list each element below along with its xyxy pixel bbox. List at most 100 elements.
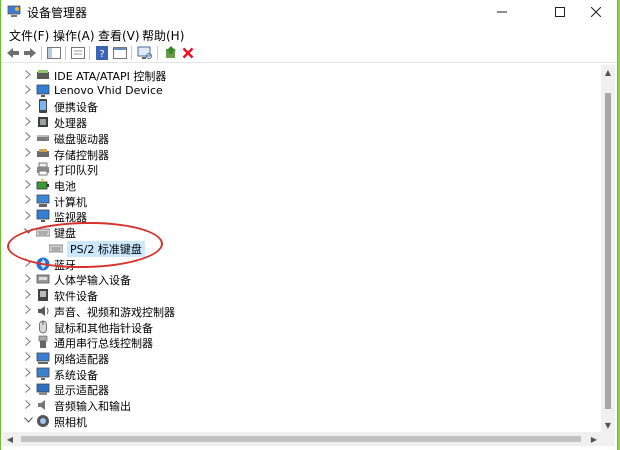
scroll-left-icon[interactable]: ◀	[3, 432, 17, 446]
menu-file[interactable]: 文件(F)	[9, 27, 49, 44]
tree-category-item[interactable]: 软件设备	[3, 287, 593, 303]
tree-category-item[interactable]: 磁盘驱动器	[3, 130, 593, 146]
window-view-icon	[113, 47, 127, 59]
tree-category-item[interactable]: 声音、视频和游戏控制器	[3, 303, 593, 319]
delete-x-icon	[182, 47, 194, 59]
vertical-scrollbar[interactable]: ▲ ▼	[601, 65, 615, 432]
tree-category-item[interactable]: 打印队列	[3, 161, 593, 177]
properties-view-button[interactable]	[70, 45, 86, 61]
ide-controller-icon	[37, 70, 49, 79]
scan-hardware-button[interactable]	[137, 45, 153, 61]
toolbar-separator	[65, 46, 66, 60]
chevron-right-icon[interactable]	[23, 131, 33, 143]
back-button[interactable]	[5, 45, 21, 61]
chevron-right-icon[interactable]	[23, 115, 33, 127]
chevron-right-icon[interactable]	[23, 335, 33, 347]
scrollbar-corner	[601, 432, 615, 446]
tree-category-item[interactable]: 显示适配器	[3, 381, 593, 397]
camera-icon	[37, 414, 49, 427]
scan-monitor-icon	[137, 46, 152, 59]
tree-category-item[interactable]: 网络适配器	[3, 350, 593, 366]
menu-help[interactable]: 帮助(H)	[142, 27, 184, 44]
tree-category-item[interactable]: Lenovo Vhid Device	[3, 83, 593, 99]
tree-category-label: 通用串行总线控制器	[54, 337, 153, 351]
display-adapter-icon	[36, 383, 50, 396]
storage-controller-icon	[37, 148, 49, 157]
window-title: 设备管理器	[27, 6, 88, 20]
menu-view[interactable]: 查看(V)	[98, 27, 140, 44]
chevron-right-icon[interactable]	[23, 398, 33, 410]
help-book-icon: ?	[96, 46, 108, 60]
help-button[interactable]: ?	[94, 45, 110, 61]
close-button[interactable]	[573, 0, 619, 24]
tree-category-item[interactable]: 音频输入和输出	[3, 397, 593, 413]
chevron-right-icon[interactable]	[23, 288, 33, 300]
close-icon	[591, 7, 601, 17]
tree-category-label: Lenovo Vhid Device	[54, 83, 163, 97]
tree-category-label: 照相机	[54, 415, 87, 429]
chevron-down-icon[interactable]	[23, 414, 33, 426]
chevron-right-icon[interactable]	[23, 367, 33, 379]
tree-pane-icon	[47, 47, 61, 59]
chevron-right-icon[interactable]	[23, 320, 33, 332]
show-hide-tree-button[interactable]	[46, 45, 62, 61]
tree-category-item[interactable]: 鼠标和其他指针设备	[3, 319, 593, 335]
chevron-right-icon[interactable]	[23, 194, 33, 206]
usb-icon	[38, 335, 48, 349]
tree-category-item[interactable]: 存储控制器	[3, 146, 593, 162]
tree-category-label: IDE ATA/ATAPI 控制器	[54, 70, 167, 83]
tree-category-label: 计算机	[54, 195, 87, 209]
chevron-right-icon[interactable]	[23, 382, 33, 394]
horizontal-scrollbar[interactable]: ◀ ▶	[3, 432, 601, 446]
network-adapter-icon	[36, 352, 50, 364]
minimize-button[interactable]	[479, 0, 525, 24]
chevron-right-icon[interactable]	[23, 209, 33, 221]
forward-button[interactable]	[22, 45, 38, 61]
chevron-right-icon[interactable]	[23, 99, 33, 111]
tree-category-item[interactable]: 计算机	[3, 193, 593, 209]
tree-category-item[interactable]: 处理器	[3, 114, 593, 130]
menu-action[interactable]: 操作(A)	[53, 27, 95, 44]
printer-icon	[37, 162, 49, 176]
chevron-right-icon[interactable]	[23, 68, 33, 80]
tree-category-item[interactable]: 通用串行总线控制器	[3, 334, 593, 350]
tree-category-item[interactable]: 便携设备	[3, 98, 593, 114]
tree-category-item[interactable]: 照相机	[3, 413, 593, 429]
tree-category-label: 音频输入和输出	[54, 400, 131, 414]
portable-device-icon	[39, 99, 47, 114]
svg-text:?: ?	[99, 49, 104, 60]
computer-icon	[36, 194, 50, 207]
view-button[interactable]	[112, 45, 128, 61]
chevron-right-icon[interactable]	[23, 162, 33, 174]
scroll-down-icon[interactable]: ▼	[601, 418, 615, 432]
tree-category-label: 便携设备	[54, 101, 98, 115]
chevron-right-icon[interactable]	[23, 272, 33, 284]
chevron-right-icon[interactable]	[23, 304, 33, 316]
scroll-up-icon[interactable]: ▲	[601, 65, 615, 79]
chevron-right-icon[interactable]	[23, 147, 33, 159]
tree-category-item[interactable]: 人体学输入设备	[3, 271, 593, 287]
toolbar-separator	[157, 46, 158, 60]
toolbar-separator	[89, 46, 90, 60]
update-driver-button[interactable]	[163, 45, 179, 61]
tree-category-label: 系统设备	[54, 368, 98, 382]
vertical-scroll-thumb[interactable]	[605, 93, 611, 409]
properties-sheet-icon	[71, 47, 85, 59]
chevron-right-icon[interactable]	[23, 351, 33, 363]
horizontal-scroll-thumb[interactable]	[21, 436, 581, 442]
tree-category-item[interactable]: IDE ATA/ATAPI 控制器	[3, 67, 593, 83]
tree-category-label: 处理器	[54, 117, 87, 131]
chevron-right-icon[interactable]	[23, 178, 33, 190]
tree-category-label: 鼠标和其他指针设备	[54, 321, 153, 335]
uninstall-device-button[interactable]	[180, 45, 196, 61]
tree-category-label: 电池	[54, 180, 76, 194]
toolbar-separator	[41, 46, 42, 60]
tree-category-item[interactable]: 系统设备	[3, 366, 593, 382]
title-bar: 设备管理器	[1, 0, 617, 24]
chevron-right-icon[interactable]	[23, 84, 33, 96]
scroll-right-icon[interactable]: ▶	[587, 432, 601, 446]
toolbar-separator	[131, 46, 132, 60]
tree-category-label: 声音、视频和游戏控制器	[54, 305, 175, 319]
tree-category-item[interactable]: 电池	[3, 177, 593, 193]
tree-category-label: 显示适配器	[54, 384, 109, 398]
